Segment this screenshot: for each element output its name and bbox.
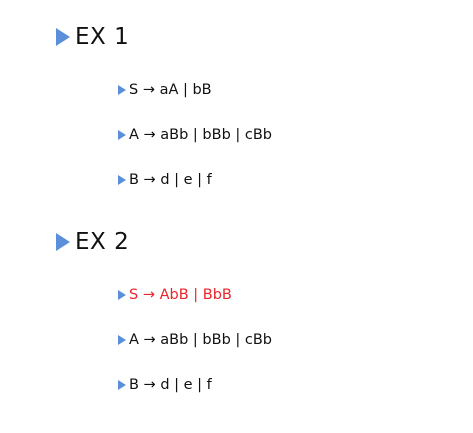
grammar-rule-highlighted: S → AbB | BbB — [118, 287, 232, 303]
grammar-rule-text: S → aA | bB — [129, 82, 212, 98]
grammar-rule: B → d | e | f — [118, 172, 212, 188]
triangle-bullet-icon — [118, 335, 126, 345]
section-heading-ex1: EX 1 — [56, 24, 129, 50]
triangle-bullet-icon — [56, 28, 70, 46]
section-heading-ex2: EX 2 — [56, 229, 129, 255]
grammar-rule-text: B → d | e | f — [129, 377, 212, 393]
triangle-bullet-icon — [118, 175, 126, 185]
triangle-bullet-icon — [118, 290, 126, 300]
section-heading-text: EX 1 — [75, 24, 130, 50]
grammar-rule: A → aBb | bBb | cBb — [118, 127, 272, 143]
slide: EX 1 S → aA | bB A → aBb | bBb | cBb B →… — [0, 0, 473, 433]
section-heading-text: EX 2 — [75, 229, 130, 255]
triangle-bullet-icon — [118, 380, 126, 390]
grammar-rule: S → aA | bB — [118, 82, 212, 98]
grammar-rule-text: S → AbB | BbB — [129, 287, 232, 303]
grammar-rule-text: A → aBb | bBb | cBb — [129, 127, 273, 143]
grammar-rule: A → aBb | bBb | cBb — [118, 332, 272, 348]
grammar-rule-text: B → d | e | f — [129, 172, 212, 188]
triangle-bullet-icon — [118, 130, 126, 140]
grammar-rule: B → d | e | f — [118, 377, 212, 393]
grammar-rule-text: A → aBb | bBb | cBb — [129, 332, 273, 348]
triangle-bullet-icon — [56, 233, 70, 251]
triangle-bullet-icon — [118, 85, 126, 95]
